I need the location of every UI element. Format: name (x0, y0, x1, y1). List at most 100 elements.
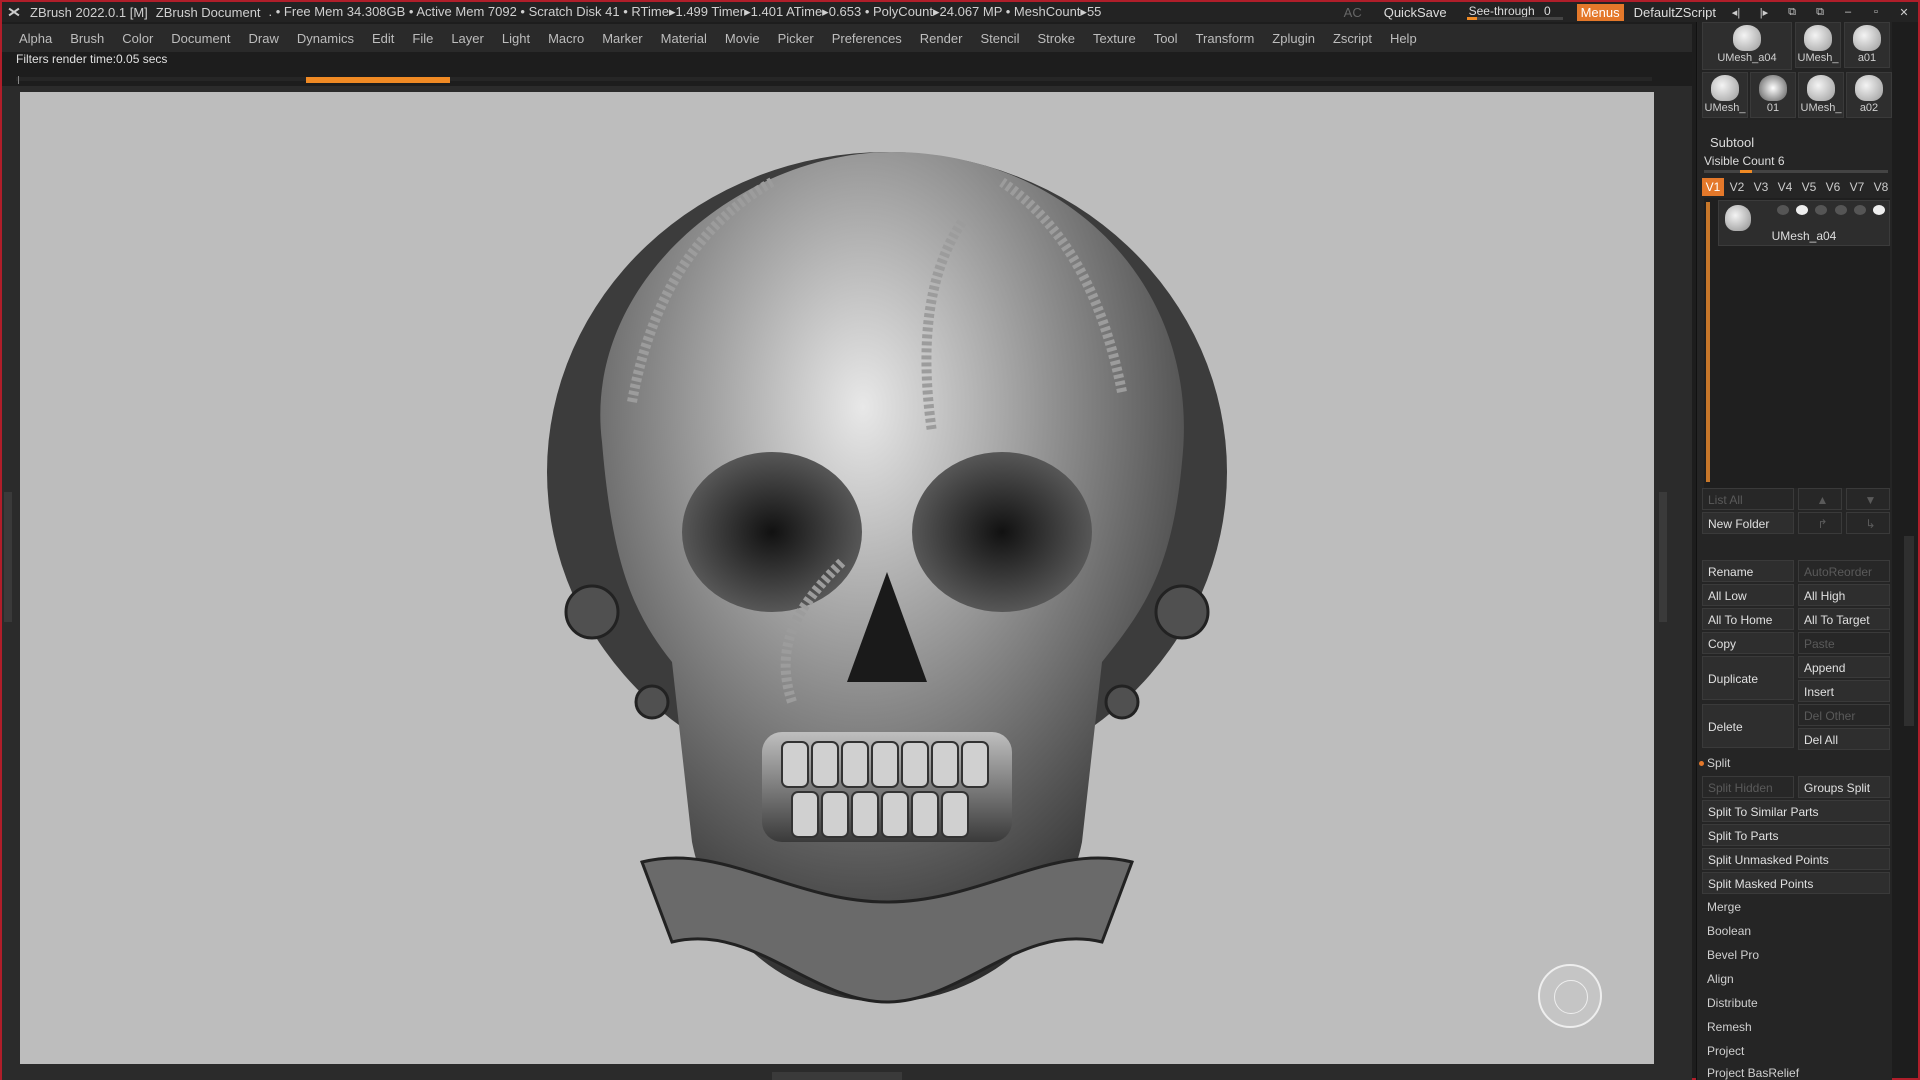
merge-section-header[interactable]: Merge (1702, 896, 1888, 918)
see-through-slider[interactable]: See-through 0 (1463, 4, 1567, 20)
distribute-section-header[interactable]: Distribute (1702, 992, 1888, 1014)
menu-texture[interactable]: Texture (1084, 31, 1145, 46)
menu-stroke[interactable]: Stroke (1028, 31, 1084, 46)
project-basrelief-section-header[interactable]: Project BasRelief (1702, 1062, 1888, 1080)
split-masked-points-button[interactable]: Split Masked Points (1702, 872, 1890, 894)
menu-layer[interactable]: Layer (442, 31, 493, 46)
menu-color[interactable]: Color (113, 31, 162, 46)
tab-v5[interactable]: V5 (1798, 178, 1820, 196)
bevel-pro-section-header[interactable]: Bevel Pro (1702, 944, 1888, 966)
menus-toggle-button[interactable]: Menus (1576, 3, 1624, 21)
all-to-target-button[interactable]: All To Target (1798, 608, 1890, 630)
project-section-header[interactable]: Project (1702, 1040, 1888, 1062)
tab-v8[interactable]: V8 (1870, 178, 1892, 196)
menu-edit[interactable]: Edit (363, 31, 403, 46)
tool-thumb-umesh-1[interactable]: UMesh_ (1795, 22, 1841, 68)
menu-alpha[interactable]: Alpha (10, 31, 61, 46)
del-other-button[interactable]: Del Other (1798, 704, 1890, 726)
right-tray-handle[interactable] (1659, 492, 1667, 622)
tab-v4[interactable]: V4 (1774, 178, 1796, 196)
all-to-home-button[interactable]: All To Home (1702, 608, 1794, 630)
restore-layout-icon[interactable]: ⧉ (1806, 6, 1834, 19)
menu-file[interactable]: File (403, 31, 442, 46)
duplicate-button[interactable]: Duplicate (1702, 656, 1794, 700)
tool-thumb-a01[interactable]: a01 (1844, 22, 1890, 68)
copy-button[interactable]: Copy (1702, 632, 1794, 654)
menu-tool[interactable]: Tool (1145, 31, 1187, 46)
move-down-icon[interactable]: ▼ (1846, 488, 1890, 510)
folder-down-icon[interactable]: ↳ (1846, 512, 1890, 534)
tab-v2[interactable]: V2 (1726, 178, 1748, 196)
menu-zplugin[interactable]: Zplugin (1263, 31, 1324, 46)
eye-visibility-icon[interactable] (1872, 205, 1885, 215)
menu-preferences[interactable]: Preferences (823, 31, 911, 46)
quicksave-button[interactable]: QuickSave (1378, 5, 1453, 20)
insert-button[interactable]: Insert (1798, 680, 1890, 702)
all-low-button[interactable]: All Low (1702, 584, 1794, 606)
layout-right-icon[interactable]: |▸ (1750, 6, 1778, 19)
menu-document[interactable]: Document (162, 31, 239, 46)
groups-split-button[interactable]: Groups Split (1798, 776, 1890, 798)
split-section-header[interactable]: Split (1702, 752, 1888, 774)
all-high-button[interactable]: All High (1798, 584, 1890, 606)
swap-icon[interactable]: ⧉ (1778, 6, 1806, 19)
tab-v6[interactable]: V6 (1822, 178, 1844, 196)
subtool-list-scrollbar[interactable] (1706, 202, 1710, 482)
navigation-gyro[interactable] (1538, 964, 1602, 1028)
subtool-item[interactable]: UMesh_a04 (1718, 200, 1890, 246)
menu-draw[interactable]: Draw (240, 31, 288, 46)
paste-button[interactable]: Paste (1798, 632, 1890, 654)
menu-dynamics[interactable]: Dynamics (288, 31, 363, 46)
tool-thumb-umesh-a04[interactable]: UMesh_a04 (1702, 22, 1792, 70)
menu-macro[interactable]: Macro (539, 31, 593, 46)
tab-v1[interactable]: V1 (1702, 178, 1724, 196)
maximize-icon[interactable]: ▫ (1862, 6, 1890, 18)
split-to-parts-button[interactable]: Split To Parts (1702, 824, 1890, 846)
cloth-toggle-icon[interactable] (1834, 205, 1847, 215)
move-up-icon[interactable]: ▲ (1798, 488, 1842, 510)
ac-indicator[interactable]: AC (1344, 5, 1362, 20)
del-all-button[interactable]: Del All (1798, 728, 1890, 750)
menu-help[interactable]: Help (1381, 31, 1426, 46)
rename-button[interactable]: Rename (1702, 560, 1794, 582)
tab-v7[interactable]: V7 (1846, 178, 1868, 196)
boolean-section-header[interactable]: Boolean (1702, 920, 1888, 942)
delete-button[interactable]: Delete (1702, 704, 1794, 748)
tool-thumb-umesh-2[interactable]: UMesh_ (1702, 72, 1748, 118)
minimize-icon[interactable]: – (1834, 6, 1862, 18)
folder-up-icon[interactable]: ↱ (1798, 512, 1842, 534)
layout-left-icon[interactable]: ◂| (1722, 6, 1750, 19)
menu-transform[interactable]: Transform (1187, 31, 1264, 46)
tool-thumb-umesh-3[interactable]: UMesh_ (1798, 72, 1844, 118)
list-all-button[interactable]: List All (1702, 488, 1794, 510)
tool-thumb-01[interactable]: 01 (1750, 72, 1796, 118)
menu-movie[interactable]: Movie (716, 31, 769, 46)
tool-thumb-a02[interactable]: a02 (1846, 72, 1892, 118)
folder-toggle-icon[interactable] (1796, 205, 1809, 215)
left-tray-handle[interactable] (4, 492, 12, 622)
skull-model[interactable] (542, 142, 1232, 1012)
remesh-section-header[interactable]: Remesh (1702, 1016, 1888, 1038)
menu-brush[interactable]: Brush (61, 31, 113, 46)
append-button[interactable]: Append (1798, 656, 1890, 678)
split-hidden-button[interactable]: Split Hidden (1702, 776, 1794, 798)
dynamics-toggle-icon[interactable] (1815, 205, 1828, 215)
bottom-tray-handle[interactable] (772, 1072, 902, 1080)
menu-picker[interactable]: Picker (769, 31, 823, 46)
tab-v3[interactable]: V3 (1750, 178, 1772, 196)
menu-material[interactable]: Material (652, 31, 716, 46)
new-folder-button[interactable]: New Folder (1702, 512, 1794, 534)
menu-stencil[interactable]: Stencil (971, 31, 1028, 46)
close-icon[interactable]: ✕ (1890, 6, 1918, 19)
menu-render[interactable]: Render (911, 31, 972, 46)
align-section-header[interactable]: Align (1702, 968, 1888, 990)
split-to-similar-parts-button[interactable]: Split To Similar Parts (1702, 800, 1890, 822)
visible-count-slider[interactable] (1704, 170, 1888, 173)
menu-zscript[interactable]: Zscript (1324, 31, 1381, 46)
brush-toggle-icon[interactable] (1853, 205, 1866, 215)
tray-scrollbar[interactable] (1904, 536, 1914, 726)
menu-marker[interactable]: Marker (593, 31, 651, 46)
autoreorder-button[interactable]: AutoReorder (1798, 560, 1890, 582)
split-unmasked-points-button[interactable]: Split Unmasked Points (1702, 848, 1890, 870)
subtool-title[interactable]: Subtool (1710, 135, 1754, 150)
